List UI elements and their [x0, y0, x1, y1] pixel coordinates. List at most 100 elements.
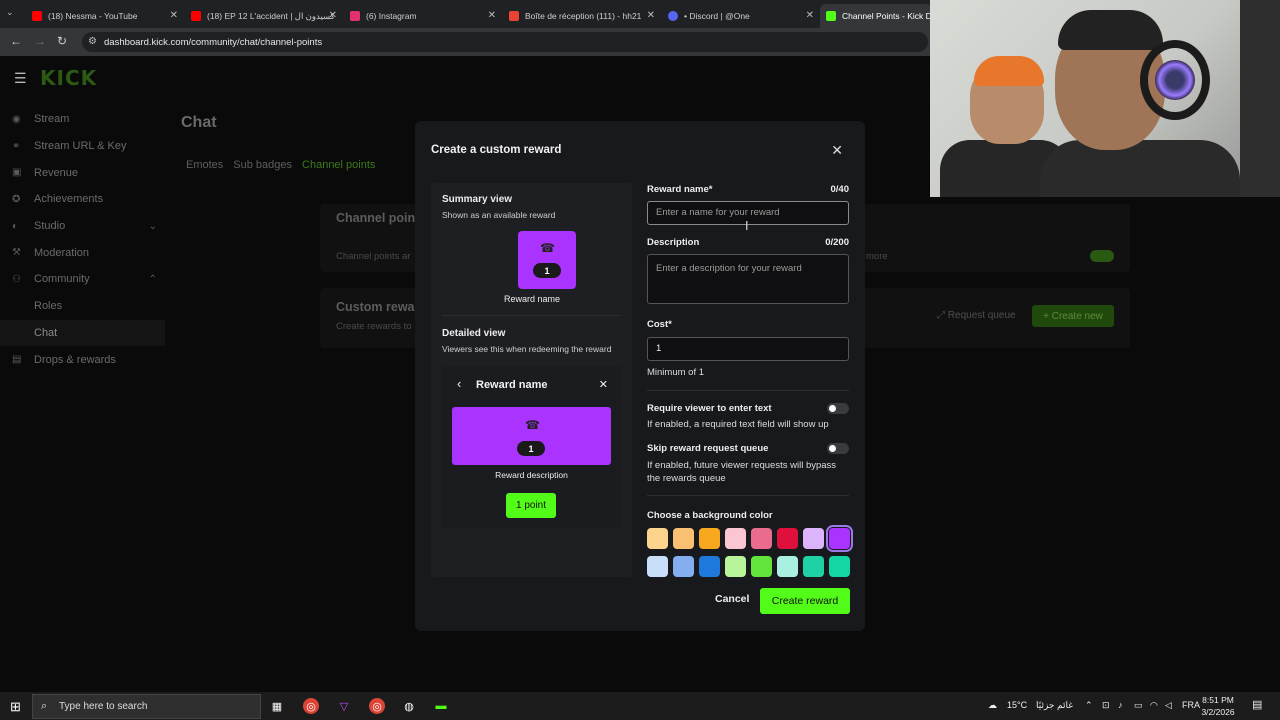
cost-input[interactable]: 1	[647, 337, 849, 361]
tab-channel-points[interactable]: Channel points	[302, 159, 375, 171]
tab-sub-badges[interactable]: Sub badges	[233, 159, 292, 171]
detail-redeem-button: 1 point	[506, 493, 556, 518]
tab-search-chevron-icon[interactable]: ⌄	[6, 7, 14, 18]
color-swatch[interactable]	[777, 556, 798, 577]
color-swatch[interactable]	[777, 528, 798, 549]
skip-queue-label: Skip reward request queue	[647, 443, 769, 454]
color-swatch[interactable]	[803, 528, 824, 549]
reload-icon[interactable]: ↻	[57, 34, 67, 48]
sidebar-item-community[interactable]: ⚇ Community ⌃	[0, 266, 165, 293]
skip-queue-hint: If enabled, future viewer requests will …	[647, 460, 837, 484]
sidebar-item-stream[interactable]: ◉ Stream	[0, 106, 165, 133]
color-swatch[interactable]	[647, 528, 668, 549]
volume-icon[interactable]: ◁	[1165, 700, 1172, 711]
sidebar-item-studio[interactable]: ◐ Studio ⌄	[0, 213, 165, 240]
chrome-icon[interactable]: ◎	[303, 698, 319, 714]
sidebar-item-revenue[interactable]: ▣ Revenue	[0, 159, 165, 186]
close-icon[interactable]: ✕	[831, 142, 843, 159]
color-swatch[interactable]	[829, 556, 850, 577]
color-swatch[interactable]	[647, 556, 668, 577]
tab-emotes[interactable]: Emotes	[186, 159, 223, 171]
reward-cost-pill: 1	[533, 263, 561, 278]
summary-view-title: Summary view	[442, 194, 513, 205]
color-swatch[interactable]	[725, 556, 746, 577]
close-tab-icon[interactable]: ✕	[170, 10, 178, 21]
color-swatch[interactable]	[751, 556, 772, 577]
learn-more-link[interactable]: more	[866, 251, 888, 262]
cancel-button[interactable]: Cancel	[715, 593, 749, 605]
sidebar-item-roles[interactable]: Roles	[0, 293, 165, 320]
windows-taskbar: ⊞ ⌕ Type here to search ▦ ◎ ▽ ◎ ◍ ▬ ☁ 15…	[0, 692, 1280, 720]
divider	[647, 390, 849, 391]
community-icon: ⚇	[12, 273, 21, 285]
notification-icon[interactable]: ▤	[1252, 698, 1262, 711]
back-icon[interactable]: ←	[10, 34, 22, 48]
sidebar-item-chat[interactable]: Chat	[0, 319, 165, 347]
sidebar-item-moderation[interactable]: ⚒ Moderation	[0, 239, 165, 266]
channel-points-toggle[interactable]	[1090, 250, 1114, 262]
site-info-icon[interactable]: ⚙	[88, 36, 97, 47]
browser-tab[interactable]: (6) Instagram ✕	[344, 4, 500, 28]
forward-icon[interactable]: →	[34, 34, 46, 48]
color-swatch[interactable]	[725, 528, 746, 549]
modal-title: Create a custom reward	[431, 144, 562, 156]
close-tab-icon[interactable]: ✕	[329, 10, 337, 21]
browser-tab[interactable]: (18) Nessma - YouTube ✕	[26, 4, 182, 28]
reward-preview: Summary view Shown as an available rewar…	[431, 183, 632, 577]
tab-title: Channel Points - Kick Das	[842, 11, 932, 21]
preview-divider	[442, 315, 620, 316]
gmail-icon	[509, 11, 519, 21]
tab-title: (6) Instagram	[366, 11, 417, 21]
create-new-button[interactable]: + Create new	[1032, 305, 1114, 327]
require-text-toggle[interactable]	[827, 403, 849, 414]
color-swatch[interactable]	[699, 528, 720, 549]
browser-tab[interactable]: • Discord | @One ✕	[662, 4, 818, 28]
create-reward-button[interactable]: Create reward	[760, 588, 850, 614]
app-icon[interactable]: ▽	[336, 698, 352, 714]
chevron-down-icon: ⌄	[148, 220, 157, 232]
weather-icon[interactable]: ☁	[988, 700, 997, 711]
sidebar: ◉ Stream ⚭ Stream URL & Key ▣ Revenue ✪ Achi…	[0, 106, 165, 373]
color-swatch[interactable]	[673, 556, 694, 577]
close-tab-icon[interactable]: ✕	[806, 10, 814, 21]
browser-tab[interactable]: (18) EP 12 L'accident | كسيدون ال ✕	[185, 4, 341, 28]
reward-name-counter: 0/40	[830, 184, 850, 195]
sidebar-item-stream-url[interactable]: ⚭ Stream URL & Key	[0, 133, 165, 160]
menu-icon[interactable]: ☰	[14, 70, 27, 87]
kick-logo[interactable]: KICK	[40, 66, 97, 90]
chrome-icon[interactable]: ◎	[369, 698, 385, 714]
broadcast-icon: ◉	[12, 113, 21, 125]
system-clock[interactable]: 8:51 PM 3/2/2026	[1196, 694, 1240, 718]
browser-tab-active[interactable]: Channel Points - Kick Das	[820, 4, 932, 28]
taskbar-search-input[interactable]: ⌕ Type here to search	[32, 694, 261, 719]
color-swatch[interactable]	[803, 556, 824, 577]
sidebar-item-drops[interactable]: ▤ Drops & rewards	[0, 346, 165, 373]
detail-description: Reward description	[495, 470, 568, 480]
description-textarea[interactable]: Enter a description for your reward	[647, 254, 849, 304]
color-swatch[interactable]	[699, 556, 720, 577]
close-tab-icon[interactable]: ✕	[488, 10, 496, 21]
task-view-icon[interactable]: ▦	[269, 698, 285, 714]
create-reward-modal: Create a custom reward ✕ Summary view Sh…	[415, 121, 865, 631]
tray-up-icon[interactable]: ⌃	[1085, 700, 1093, 711]
wifi-icon[interactable]: ◠	[1150, 700, 1158, 711]
color-swatch[interactable]	[826, 525, 853, 552]
color-swatch[interactable]	[751, 528, 772, 549]
sidebar-item-achievements[interactable]: ✪ Achievements	[0, 186, 165, 213]
color-swatch[interactable]	[673, 528, 694, 549]
windows-start-icon[interactable]: ⊞	[10, 699, 21, 715]
url-field[interactable]: ⚙ dashboard.kick.com/community/chat/chan…	[82, 32, 928, 52]
discord-icon	[668, 11, 678, 21]
require-text-label: Require viewer to enter text	[647, 403, 772, 414]
close-tab-icon[interactable]: ✕	[647, 10, 655, 21]
network-icon[interactable]: ⊡	[1102, 700, 1110, 711]
search-placeholder: Type here to search	[59, 701, 148, 712]
skip-queue-toggle[interactable]	[827, 443, 849, 454]
browser-tab[interactable]: Boîte de réception (111) - hh21 ✕	[503, 4, 659, 28]
battery-icon[interactable]: ▭	[1134, 700, 1143, 711]
obs-icon[interactable]: ◍	[401, 698, 417, 714]
request-queue-button[interactable]: ⤢ Request queue	[937, 310, 1016, 321]
mic-icon[interactable]: ♪	[1118, 700, 1123, 710]
terminal-icon[interactable]: ▬	[433, 698, 449, 714]
panel-title: Channel point	[336, 211, 420, 225]
